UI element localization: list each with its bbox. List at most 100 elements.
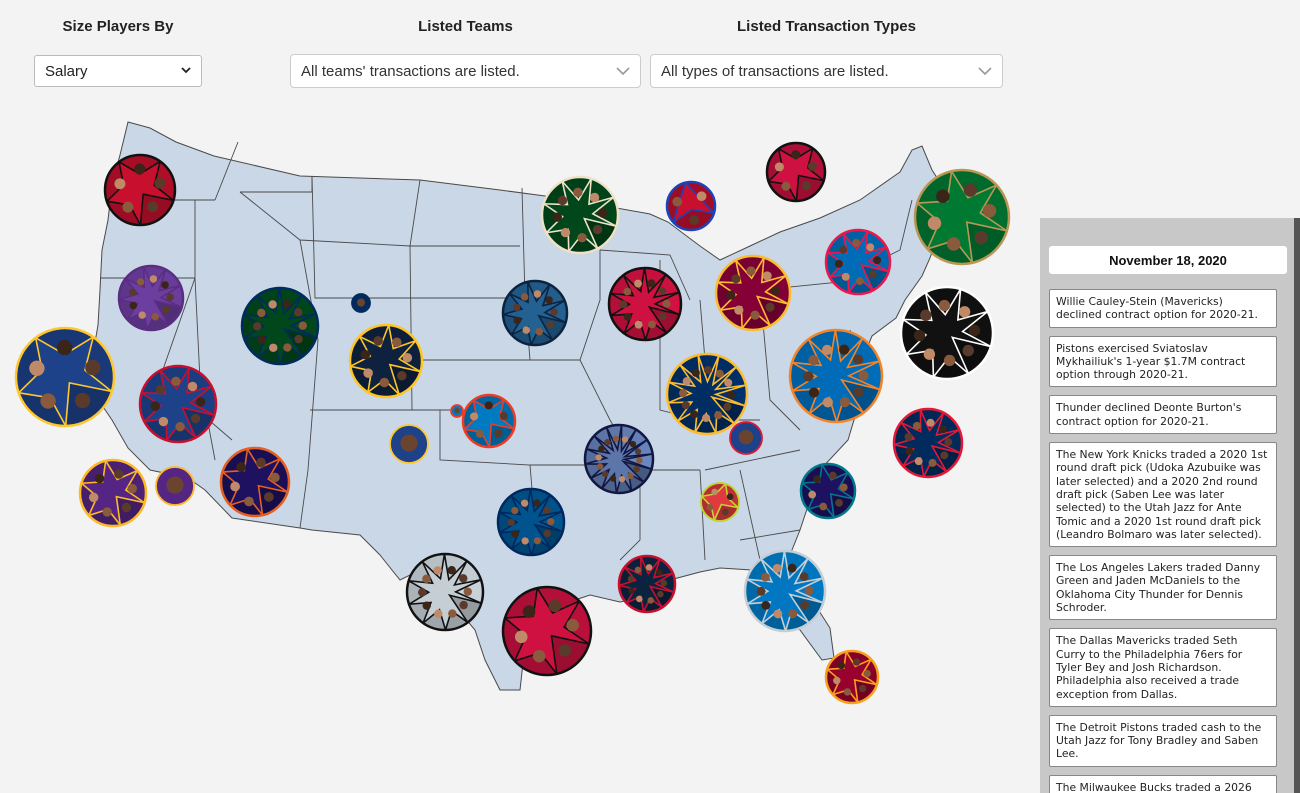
player-photo <box>161 281 169 289</box>
size-players-select[interactable]: Salary <box>34 55 202 87</box>
team-bubble-utah[interactable] <box>240 286 320 366</box>
team-bubble-la-clippers[interactable] <box>138 364 218 444</box>
listed-types-select[interactable]: All types of transactions are listed. <box>650 54 1003 88</box>
player-photo <box>731 274 741 284</box>
transaction-item[interactable]: The New York Knicks traded a 2020 1st ro… <box>1049 442 1277 548</box>
player-photo <box>633 466 640 473</box>
player-photo <box>738 430 754 445</box>
player-photo <box>294 334 303 344</box>
player-photo <box>974 230 988 245</box>
player-photo <box>690 410 699 419</box>
date-header: November 18, 2020 <box>1049 246 1287 274</box>
size-players-value: Salary <box>45 62 88 80</box>
player-photo <box>920 309 932 322</box>
player-photo <box>545 296 553 304</box>
team-bubble-philadelphia[interactable] <box>824 228 892 296</box>
transaction-item[interactable]: The Detroit Pistons traded cash to the U… <box>1049 714 1277 767</box>
player-photo <box>244 496 254 507</box>
panel-scrollbar[interactable] <box>1294 218 1300 793</box>
listed-teams-select[interactable]: All teams' transactions are listed. <box>290 54 641 88</box>
transaction-item[interactable]: The Los Angeles Lakers traded Danny Gree… <box>1049 555 1277 621</box>
transaction-item[interactable]: The Dallas Mavericks traded Seth Curry t… <box>1049 628 1277 707</box>
listed-teams-value: All teams' transactions are listed. <box>301 62 520 80</box>
team-bubble-houston[interactable] <box>501 585 593 677</box>
player-photo <box>803 371 814 382</box>
team-bubble-charlotte[interactable] <box>799 462 857 520</box>
team-bubble-milwaukee[interactable] <box>540 175 620 255</box>
player-photo <box>155 384 166 395</box>
team-bubble-okc-small[interactable] <box>450 404 464 418</box>
player-photo <box>282 300 291 309</box>
player-photo <box>548 599 562 613</box>
player-photo <box>943 354 956 367</box>
player-photo <box>166 476 184 494</box>
player-photo <box>634 448 642 455</box>
size-players-label: Size Players By <box>62 18 174 35</box>
team-bubble-la-lakers-small[interactable] <box>155 466 195 506</box>
transaction-item[interactable]: Pistons exercised Sviatoslav Mykhailiuk'… <box>1049 335 1277 388</box>
player-photo <box>589 192 600 203</box>
team-bubble-san-antonio[interactable] <box>405 552 485 632</box>
team-bubble-phoenix[interactable] <box>219 446 291 518</box>
team-bubble-orlando[interactable] <box>743 549 827 633</box>
player-photo <box>696 191 707 202</box>
player-photo <box>629 440 637 448</box>
player-photo <box>149 275 158 283</box>
team-bubble-cleveland[interactable] <box>714 254 792 332</box>
player-photo <box>150 401 161 411</box>
team-bubble-toronto[interactable] <box>765 141 827 203</box>
player-photo <box>765 302 775 312</box>
player-photo <box>522 605 536 618</box>
team-bubble-denver[interactable] <box>348 323 424 399</box>
player-photo <box>609 475 617 482</box>
player-photo <box>511 530 519 538</box>
team-bubble-brooklyn[interactable] <box>899 285 995 381</box>
team-bubble-boston[interactable] <box>913 168 1011 266</box>
player-photo <box>598 445 605 452</box>
transaction-item[interactable]: Thunder declined Deonte Burton's contrac… <box>1049 395 1277 435</box>
player-photo <box>837 661 846 670</box>
team-bubble-golden-state[interactable] <box>14 326 116 428</box>
player-photo <box>417 588 427 597</box>
us-map <box>14 121 1011 705</box>
team-bubble-miami[interactable] <box>824 649 880 705</box>
player-photo <box>822 344 833 355</box>
player-photo <box>839 483 848 492</box>
player-photo <box>134 163 146 175</box>
player-photo <box>619 300 628 309</box>
team-bubble-gs-small[interactable] <box>389 424 429 464</box>
player-photo <box>400 434 418 452</box>
team-bubble-okc[interactable] <box>461 393 517 449</box>
player-photo <box>127 483 138 494</box>
player-photo <box>521 537 529 545</box>
player-photo <box>162 305 171 314</box>
team-bubble-chicago[interactable] <box>607 266 683 342</box>
player-photo <box>773 609 783 619</box>
player-photo <box>634 320 643 329</box>
team-bubble-portland[interactable] <box>103 153 177 227</box>
player-photo <box>560 227 571 238</box>
player-photo <box>912 421 921 430</box>
player-photo <box>808 490 817 499</box>
transaction-item[interactable]: Willie Cauley-Stein (Mavericks) declined… <box>1049 289 1277 328</box>
player-photo <box>689 215 700 225</box>
team-bubble-washington[interactable] <box>892 407 964 479</box>
team-bubble-atlanta[interactable] <box>700 482 740 522</box>
team-bubble-detroit-small[interactable] <box>665 180 717 232</box>
team-bubble-sacramento[interactable] <box>117 264 185 332</box>
player-photo <box>760 572 770 582</box>
team-bubble-new-orleans[interactable] <box>617 554 677 614</box>
team-bubble-memphis[interactable] <box>583 423 655 495</box>
team-bubble-tn-small[interactable] <box>729 421 763 455</box>
transaction-item[interactable]: The Milwaukee Bucks traded a 2026 <box>1049 774 1277 793</box>
player-photo <box>658 287 667 296</box>
team-bubble-dallas[interactable] <box>496 487 566 557</box>
team-bubble-la-lakers[interactable] <box>78 458 148 528</box>
player-photo <box>447 566 456 575</box>
player-photo <box>597 208 608 218</box>
player-photo <box>801 181 811 191</box>
team-bubble-indiana[interactable] <box>665 352 749 436</box>
team-bubble-utah-small[interactable] <box>351 293 371 313</box>
team-bubble-minnesota[interactable] <box>501 279 569 347</box>
team-bubble-new-york[interactable] <box>788 328 884 424</box>
